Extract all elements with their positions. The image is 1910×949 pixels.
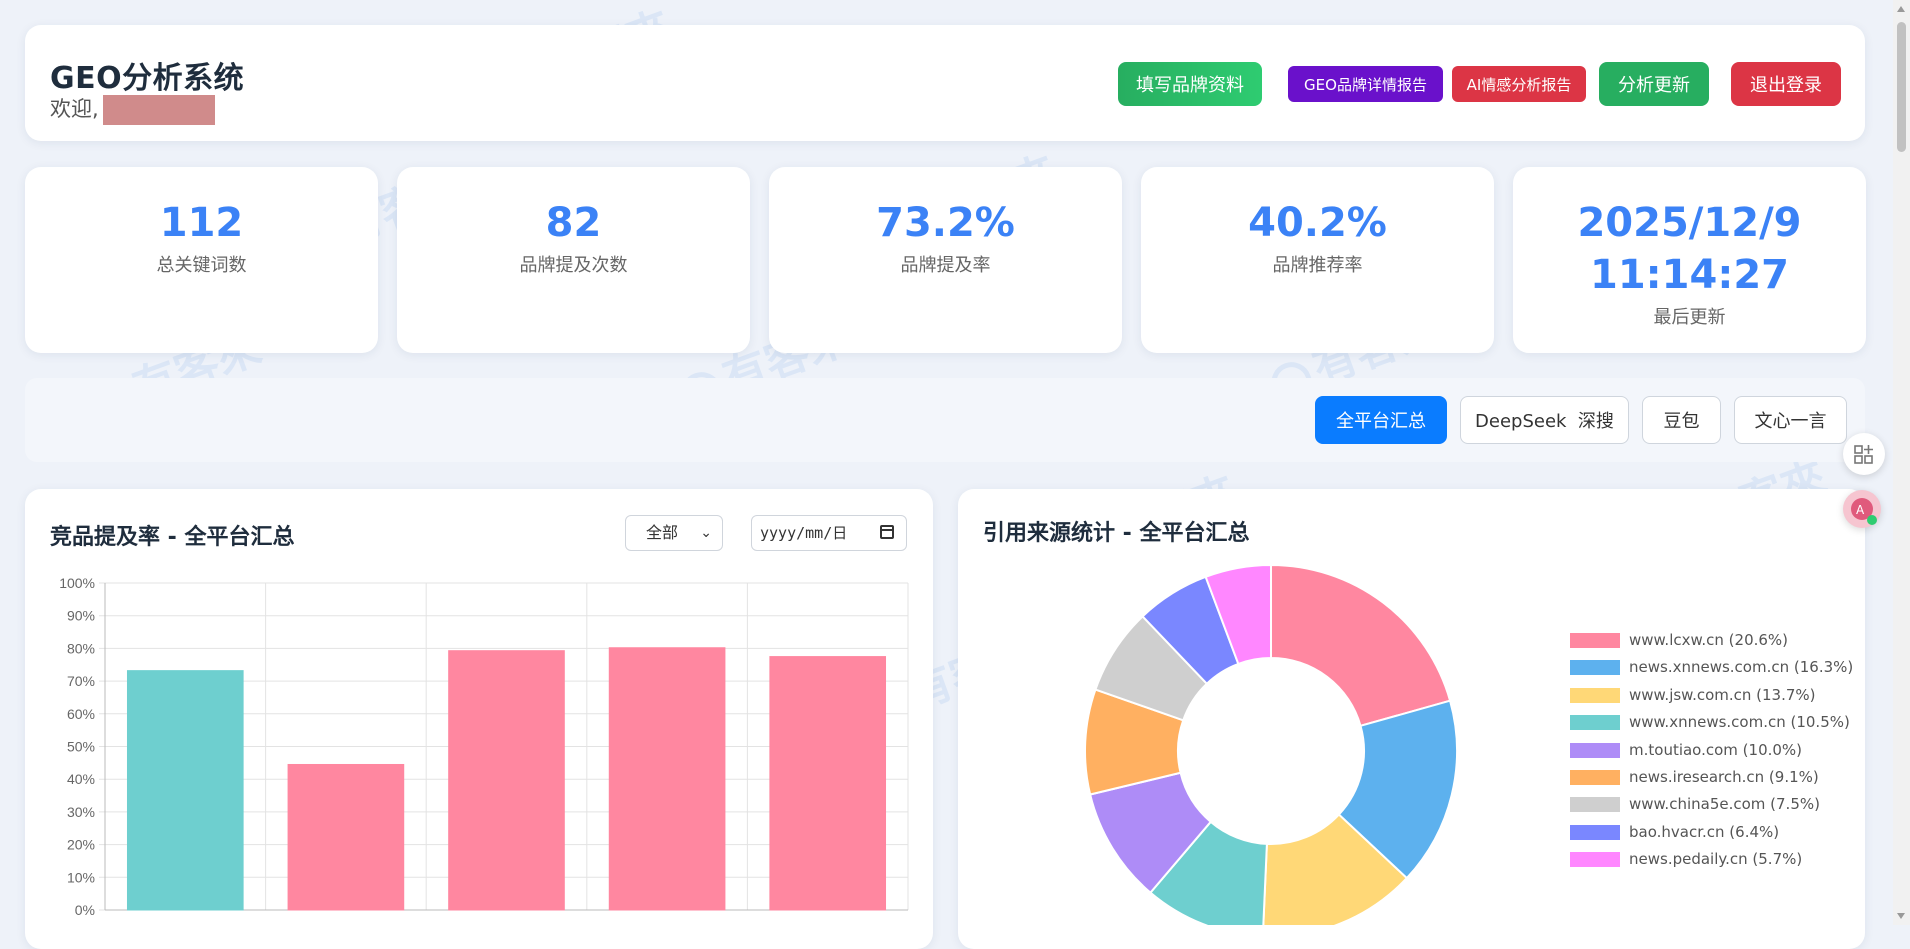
header-card: GEO分析系统 欢迎, 填写品牌资料 GEO品牌详情报告 AI情感分析报告 分析… <box>25 25 1865 141</box>
competitor-mention-chart-card: 竞品提及率 - 全平台汇总 全部 ⌄ yyyy/mm/日 0% 10% 20% 30%… <box>25 489 933 949</box>
tab-wenxin[interactable]: 文心一言 <box>1734 396 1847 444</box>
y-tick-label: 70% <box>67 673 95 689</box>
y-tick-label: 80% <box>67 640 95 656</box>
y-tick-label: 90% <box>67 608 95 624</box>
stat-label: 品牌推荐率 <box>1272 255 1363 276</box>
legend-swatch <box>1570 742 1620 758</box>
legend-label: www.china5e.com (7.5%) <box>1629 795 1820 814</box>
apps-widget-button[interactable] <box>1843 433 1885 475</box>
stat-label: 总关键词数 <box>156 255 247 276</box>
refresh-analysis-button[interactable]: 分析更新 <box>1599 62 1709 106</box>
app-title: GEO分析系统 <box>50 61 245 96</box>
bar-chart: 0% 10% 20% 30% 40% 50% 60% 70% 80% 90% 100% <box>59 575 909 918</box>
legend-label: news.iresearch.cn (9.1%) <box>1629 768 1819 786</box>
legend-swatch <box>1570 852 1620 868</box>
translate-icon: A <box>1851 498 1877 525</box>
legend-swatch <box>1570 824 1620 840</box>
legend-label: bao.hvacr.cn (6.4%) <box>1629 822 1780 841</box>
bar <box>287 763 405 911</box>
tab-all-platforms[interactable]: 全平台汇总 <box>1315 396 1447 444</box>
stat-label: 品牌提及次数 <box>519 255 628 276</box>
apps-grid-icon <box>1854 445 1873 464</box>
y-tick-label: 100% <box>59 575 95 591</box>
fill-brand-button[interactable]: 填写品牌资料 <box>1118 62 1262 106</box>
y-tick-label: 60% <box>67 706 95 722</box>
y-tick-label: 0% <box>75 902 95 918</box>
y-tick-label: 20% <box>67 837 95 853</box>
legend-label: www.jsw.com.cn (13.7%) <box>1629 685 1816 704</box>
legend-swatch <box>1570 687 1620 703</box>
scroll-down-arrow-icon[interactable] <box>1897 913 1905 919</box>
username-redacted <box>102 95 215 125</box>
welcome-text: 欢迎, <box>50 93 215 125</box>
legend-label: m.toutiao.com (10.0%) <box>1629 740 1803 759</box>
y-tick-label: 40% <box>67 771 95 787</box>
platform-tabs: 全平台汇总 DeepSeek 深搜 豆包 文心一言 <box>25 378 1865 462</box>
legend-swatch <box>1570 660 1620 676</box>
page-scrollbar[interactable] <box>1893 0 1910 925</box>
stat-value: 112 <box>159 200 244 246</box>
stat-value-date: 2025/12/9 <box>1577 200 1802 246</box>
stat-card-recommend-rate: 40.2% 品牌推荐率 <box>1141 167 1494 353</box>
y-tick-label: 30% <box>67 804 95 820</box>
bar <box>608 647 726 911</box>
welcome-label: 欢迎, <box>50 97 99 121</box>
stat-value-time: 11:14:27 <box>1590 252 1789 298</box>
translate-widget-button[interactable]: A <box>1843 490 1881 528</box>
legend-label: news.pedaily.cn (5.7%) <box>1629 850 1803 869</box>
y-tick-label: 10% <box>67 869 95 885</box>
y-tick-label: 50% <box>67 739 95 755</box>
legend-label: www.lcxw.cn (20.6%) <box>1629 631 1789 649</box>
stat-card-keywords: 112 总关键词数 <box>25 167 378 353</box>
stat-card-brand-mentions: 82 品牌提及次数 <box>397 167 750 353</box>
stat-label: 品牌提及率 <box>900 255 991 276</box>
legend-swatch <box>1570 715 1620 731</box>
stat-value: 82 <box>545 200 602 246</box>
bar <box>448 650 565 911</box>
stat-value: 40.2% <box>1248 200 1387 246</box>
stat-card-last-update: 2025/12/9 11:14:27 最后更新 <box>1513 167 1866 353</box>
tab-doubao[interactable]: 豆包 <box>1642 396 1721 444</box>
pie-chart-title: 引用来源统计 - 全平台汇总 <box>983 521 1250 546</box>
legend-swatch <box>1570 797 1620 813</box>
scrollbar-thumb[interactable] <box>1897 22 1906 152</box>
scroll-up-arrow-icon[interactable] <box>1897 6 1905 12</box>
stat-value: 73.2% <box>876 200 1015 246</box>
geo-report-button[interactable]: GEO品牌详情报告 <box>1288 66 1443 102</box>
legend-label: www.xnnews.com.cn (10.5%) <box>1629 713 1850 732</box>
tab-deepseek[interactable]: DeepSeek 深搜 <box>1460 396 1629 444</box>
logout-button[interactable]: 退出登录 <box>1731 62 1841 106</box>
stat-label: 最后更新 <box>1653 307 1726 328</box>
legend-label: news.xnnews.com.cn (16.3%) <box>1629 658 1854 677</box>
stat-card-mention-rate: 73.2% 品牌提及率 <box>769 167 1122 353</box>
legend-swatch <box>1570 633 1620 648</box>
ai-report-button[interactable]: AI情感分析报告 <box>1452 66 1586 102</box>
legend-swatch <box>1570 770 1620 785</box>
svg-text:A: A <box>1856 503 1865 517</box>
bar <box>769 656 887 911</box>
bar <box>126 670 244 911</box>
